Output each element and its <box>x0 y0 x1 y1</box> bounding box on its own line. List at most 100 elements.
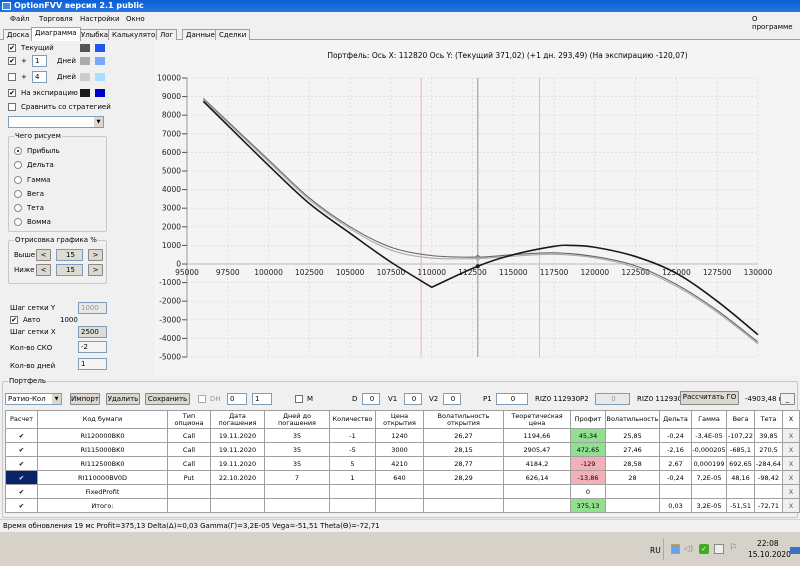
tab-data[interactable]: Данные <box>182 29 219 40</box>
p1-input[interactable]: 0 <box>496 393 528 405</box>
spin-0[interactable]: 0 <box>227 393 247 405</box>
column-header[interactable]: Волатильность <box>605 410 660 429</box>
display-icon[interactable] <box>714 544 724 554</box>
grid-y-input[interactable]: 1000 <box>78 302 107 314</box>
plus1-color2-swatch[interactable] <box>95 57 105 65</box>
column-header[interactable]: Дата погашения <box>210 410 265 429</box>
column-header[interactable]: X <box>782 410 800 429</box>
column-header[interactable]: Теоретическая цена <box>503 410 571 429</box>
table-row[interactable]: ✔ FixedProfit 0 X <box>5 484 800 499</box>
current-checkbox[interactable]: ✔ <box>8 44 16 52</box>
below-increase-button[interactable]: > <box>88 264 103 276</box>
column-header[interactable]: Волатильность открытия <box>423 410 504 429</box>
grid-x-input[interactable]: 2500 <box>78 326 107 338</box>
days-count-input[interactable]: 1 <box>78 358 107 370</box>
payoff-chart[interactable]: 10000 9000 8000 7000 6000 5000 4000 3000 2000 100… <box>155 40 800 376</box>
column-header[interactable]: Тип опциона <box>167 410 211 429</box>
current-color-swatch[interactable] <box>80 44 90 52</box>
plus2-color-swatch[interactable] <box>80 73 90 81</box>
m-checkbox[interactable] <box>295 395 303 403</box>
radio-vomma[interactable] <box>14 218 22 226</box>
calc-checkbox[interactable]: ✔ <box>5 428 38 443</box>
clock-time[interactable]: 22:08 <box>757 539 779 548</box>
plus1-checkbox[interactable]: ✔ <box>8 57 16 65</box>
remove-row-button[interactable]: X <box>782 470 800 485</box>
p2-input[interactable]: 0 <box>595 393 630 405</box>
auto-checkbox[interactable]: ✔ <box>10 316 18 324</box>
expiry-checkbox[interactable]: ✔ <box>8 89 16 97</box>
radio-theta[interactable] <box>14 204 22 212</box>
delete-button[interactable]: Удалить <box>106 393 140 405</box>
column-header[interactable]: Гамма <box>691 410 727 429</box>
above-increase-button[interactable]: > <box>88 249 103 261</box>
tab-log[interactable]: Лог <box>156 29 178 40</box>
v2-input[interactable]: 0 <box>443 393 461 405</box>
radio-profit[interactable] <box>14 147 22 155</box>
current-color2-swatch[interactable] <box>95 44 105 52</box>
menu-settings[interactable]: Настройки <box>80 15 120 23</box>
radio-delta[interactable] <box>14 161 22 169</box>
table-row[interactable]: ✔ RI112500BK0 Call 19.11.2020 35 5 4210 28,77 41… <box>5 456 800 471</box>
sko-input[interactable]: -2 <box>78 341 107 353</box>
tab-smile[interactable]: Улыбка <box>77 29 113 40</box>
menu-file[interactable]: Файл <box>10 15 29 23</box>
plus1-color-swatch[interactable] <box>80 57 90 65</box>
below-decrease-button[interactable]: < <box>36 264 51 276</box>
menu-window[interactable]: Окно <box>126 15 145 23</box>
table-row[interactable]: ✔ RI120000BK0 Call 19.11.2020 35 -1 1240 26,27 1… <box>5 428 800 443</box>
strategy-compare-dropdown[interactable]: ▼ <box>8 116 104 128</box>
import-button[interactable]: Импорт <box>70 393 100 405</box>
plus2-checkbox[interactable] <box>8 73 16 81</box>
column-header[interactable]: Расчет <box>5 410 38 429</box>
chevron-down-icon[interactable]: ▼ <box>52 394 61 404</box>
radio-gamma[interactable] <box>14 176 22 184</box>
remove-row-button[interactable]: X <box>782 498 800 513</box>
column-header[interactable]: Дельта <box>659 410 692 429</box>
table-row[interactable]: ✔ Итого: 375,13 0,03 3,2E-05 -51,51 -72,71 X <box>5 498 800 513</box>
column-header[interactable]: Дней до погашения <box>264 410 330 429</box>
flag-icon[interactable]: ⚐ <box>729 543 737 553</box>
tab-diagram[interactable]: Диаграмма <box>31 27 81 41</box>
below-value[interactable]: 15 <box>56 264 83 276</box>
spin-1[interactable]: 1 <box>252 393 272 405</box>
dh-checkbox[interactable] <box>198 395 206 403</box>
column-header[interactable]: Тета <box>754 410 783 429</box>
language-indicator[interactable]: RU <box>650 546 661 555</box>
above-value[interactable]: 15 <box>56 249 83 261</box>
calculate-margin-button[interactable]: Рассчитать ГО <box>680 391 739 405</box>
v1-input[interactable]: 0 <box>404 393 422 405</box>
above-decrease-button[interactable]: < <box>36 249 51 261</box>
calc-checkbox[interactable]: ✔ <box>5 442 38 457</box>
remove-row-button[interactable]: X <box>782 456 800 471</box>
plus2-days-input[interactable]: 4 <box>32 71 47 83</box>
minimize-portfolio-button[interactable]: _ <box>780 393 795 405</box>
network-icon[interactable] <box>671 544 680 554</box>
volume-icon[interactable]: ◁) <box>684 544 693 553</box>
d-input[interactable]: 0 <box>362 393 380 405</box>
compare-checkbox[interactable] <box>8 103 16 111</box>
column-header[interactable]: Количество <box>329 410 376 429</box>
clock-date[interactable]: 15.10.2020 <box>748 550 791 559</box>
table-row[interactable]: ✔ RI110000BV0D Put 22.10.2020 7 1 640 28,29 626,… <box>5 470 800 485</box>
plus1-days-input[interactable]: 1 <box>32 55 47 67</box>
column-header[interactable]: Код бумаги <box>37 410 168 429</box>
remove-row-button[interactable]: X <box>782 428 800 443</box>
calc-checkbox[interactable]: ✔ <box>5 456 38 471</box>
show-desktop-button[interactable] <box>790 547 800 554</box>
column-header[interactable]: Цена открытия <box>375 410 424 429</box>
security-icon[interactable]: ✓ <box>699 544 709 554</box>
column-header[interactable]: Вега <box>726 410 755 429</box>
table-row[interactable]: ✔ RI115000BK0 Call 19.11.2020 35 -5 3000 28,15 2… <box>5 442 800 457</box>
calc-checkbox[interactable]: ✔ <box>5 470 38 485</box>
plus2-color2-swatch[interactable] <box>95 73 105 81</box>
tab-deals[interactable]: Сделки <box>215 29 251 40</box>
expiry-color-swatch[interactable] <box>80 89 90 97</box>
remove-row-button[interactable]: X <box>782 484 800 499</box>
save-button[interactable]: Сохранить <box>145 393 190 405</box>
menu-trading[interactable]: Торговля <box>39 15 73 23</box>
calc-checkbox[interactable]: ✔ <box>5 498 38 513</box>
calc-checkbox[interactable]: ✔ <box>5 484 38 499</box>
radio-vega[interactable] <box>14 190 22 198</box>
tab-board[interactable]: Доска <box>3 29 34 40</box>
expiry-color2-swatch[interactable] <box>95 89 105 97</box>
